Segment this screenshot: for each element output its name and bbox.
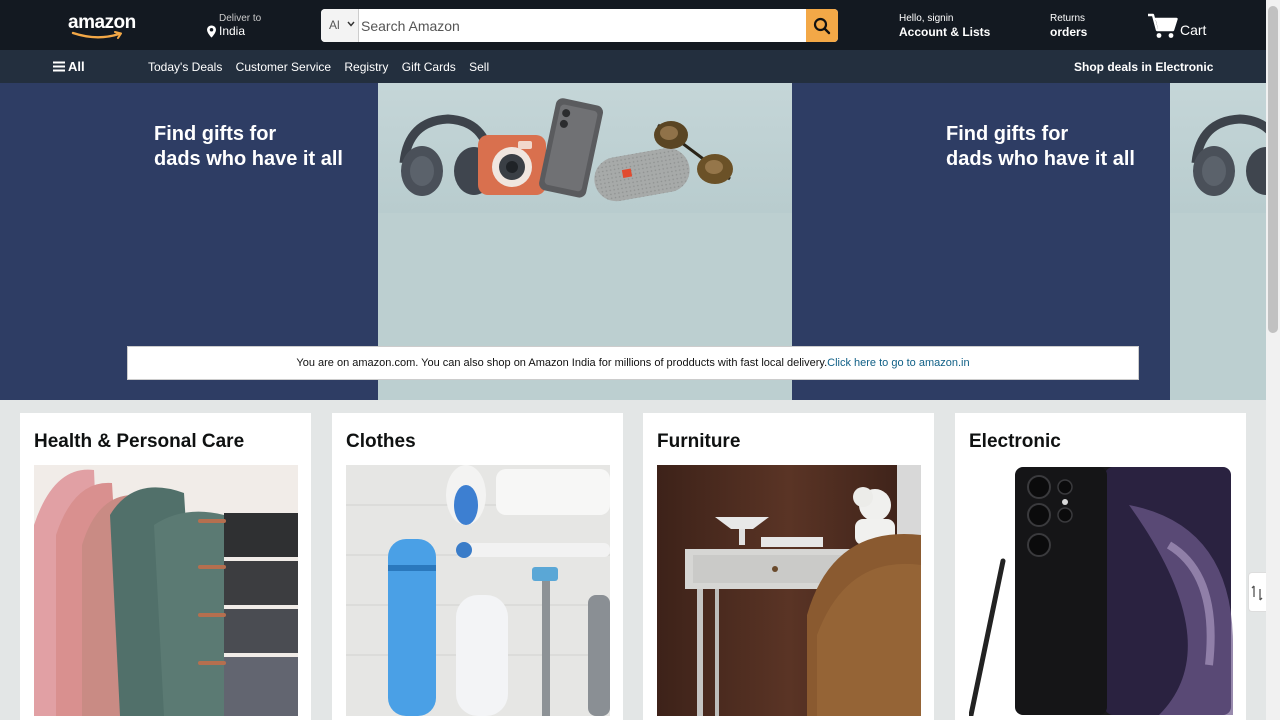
- hero-headline-line2: dads who have it all: [154, 148, 343, 170]
- headphones-illustration: [1170, 114, 1266, 400]
- logo-smile-icon: [71, 31, 122, 39]
- account-greeting: Hello, signin: [899, 13, 954, 24]
- desk-chair-illustration: [657, 465, 921, 716]
- card-image-phone[interactable]: [969, 465, 1233, 716]
- search-bar: Al: [321, 9, 838, 42]
- hero-carousel[interactable]: Find gifts for dads who have it all Find…: [0, 83, 1266, 400]
- returns-orders[interactable]: Returns orders: [1050, 13, 1087, 40]
- logo-text: amazon: [68, 12, 136, 33]
- page-scrollbar[interactable]: [1266, 0, 1280, 720]
- amazon-logo[interactable]: amazon: [68, 12, 138, 40]
- search-button[interactable]: [806, 9, 838, 42]
- subnav-links: Today's Deals Customer Service Registry …: [148, 60, 499, 74]
- toiletries-illustration: [346, 465, 610, 716]
- scrollbar-thumb[interactable]: [1268, 6, 1278, 333]
- all-menu-label: All: [68, 59, 85, 74]
- hero-headline-line1: Find gifts for: [154, 123, 277, 145]
- category-card-clothes[interactable]: Clothes: [332, 413, 623, 720]
- location-pin-icon: [207, 25, 216, 38]
- top-nav: amazon Deliver to India Al Hello,: [0, 0, 1266, 50]
- hero-product-image-next: [1170, 83, 1266, 400]
- search-icon: [813, 17, 831, 35]
- expand-arrows-icon: [1251, 585, 1263, 601]
- towels-illustration: [34, 465, 298, 716]
- deliver-label: Deliver to: [219, 13, 262, 24]
- hero-headline-next-line1: Find gifts for: [946, 123, 1069, 145]
- card-title: Furniture: [657, 431, 741, 452]
- all-menu-button[interactable]: All: [53, 59, 85, 74]
- category-card-health[interactable]: Health & Personal Care: [20, 413, 311, 720]
- search-category-value: Al: [329, 18, 340, 32]
- card-title: Clothes: [346, 431, 416, 452]
- hero-headline-next: Find gifts for dads who have it all: [946, 122, 1135, 172]
- card-title: Electronic: [969, 431, 1061, 452]
- cart-icon: [1148, 13, 1178, 38]
- feedback-side-tab[interactable]: [1248, 572, 1266, 612]
- cart-label: Cart: [1180, 22, 1207, 38]
- deliver-location: India: [219, 24, 246, 38]
- hero-headline: Find gifts for dads who have it all: [154, 122, 343, 172]
- subnav-link-todays-deals[interactable]: Today's Deals: [148, 60, 222, 74]
- card-image-towels[interactable]: [34, 465, 298, 716]
- category-card-furniture[interactable]: Furniture: [643, 413, 934, 720]
- card-image-desk[interactable]: [657, 465, 921, 716]
- subnav-link-sell[interactable]: Sell: [469, 60, 489, 74]
- card-image-toiletries[interactable]: [346, 465, 610, 716]
- cart-button[interactable]: Cart: [1147, 12, 1209, 40]
- hamburger-icon: [53, 61, 65, 72]
- card-title: Health & Personal Care: [34, 431, 245, 452]
- account-lists-label: Account & Lists: [899, 25, 991, 39]
- hero-headline-next-line2: dads who have it all: [946, 148, 1135, 170]
- smartphone-illustration: [969, 465, 1233, 716]
- subnav-link-registry[interactable]: Registry: [344, 60, 388, 74]
- notice-text: You are on amazon.com. You can also shop…: [296, 357, 828, 369]
- subnav-link-gift-cards[interactable]: Gift Cards: [402, 60, 456, 74]
- search-input[interactable]: [359, 9, 806, 42]
- amazon-india-link[interactable]: Click here to go to amazon.in: [827, 357, 969, 369]
- returns-label: Returns: [1050, 13, 1086, 24]
- chevron-down-icon: [347, 21, 355, 27]
- category-card-electronic[interactable]: Electronic: [955, 413, 1246, 720]
- account-menu[interactable]: Hello, signin Account & Lists: [899, 13, 990, 40]
- orders-label: orders: [1050, 25, 1088, 39]
- shop-deals-promo[interactable]: Shop deals in Electronic: [1074, 60, 1213, 74]
- sub-nav: All Today's Deals Customer Service Regis…: [0, 50, 1266, 83]
- search-category-select[interactable]: Al: [321, 9, 359, 42]
- amazon-india-notice: You are on amazon.com. You can also shop…: [127, 346, 1139, 380]
- subnav-link-customer-service[interactable]: Customer Service: [236, 60, 331, 74]
